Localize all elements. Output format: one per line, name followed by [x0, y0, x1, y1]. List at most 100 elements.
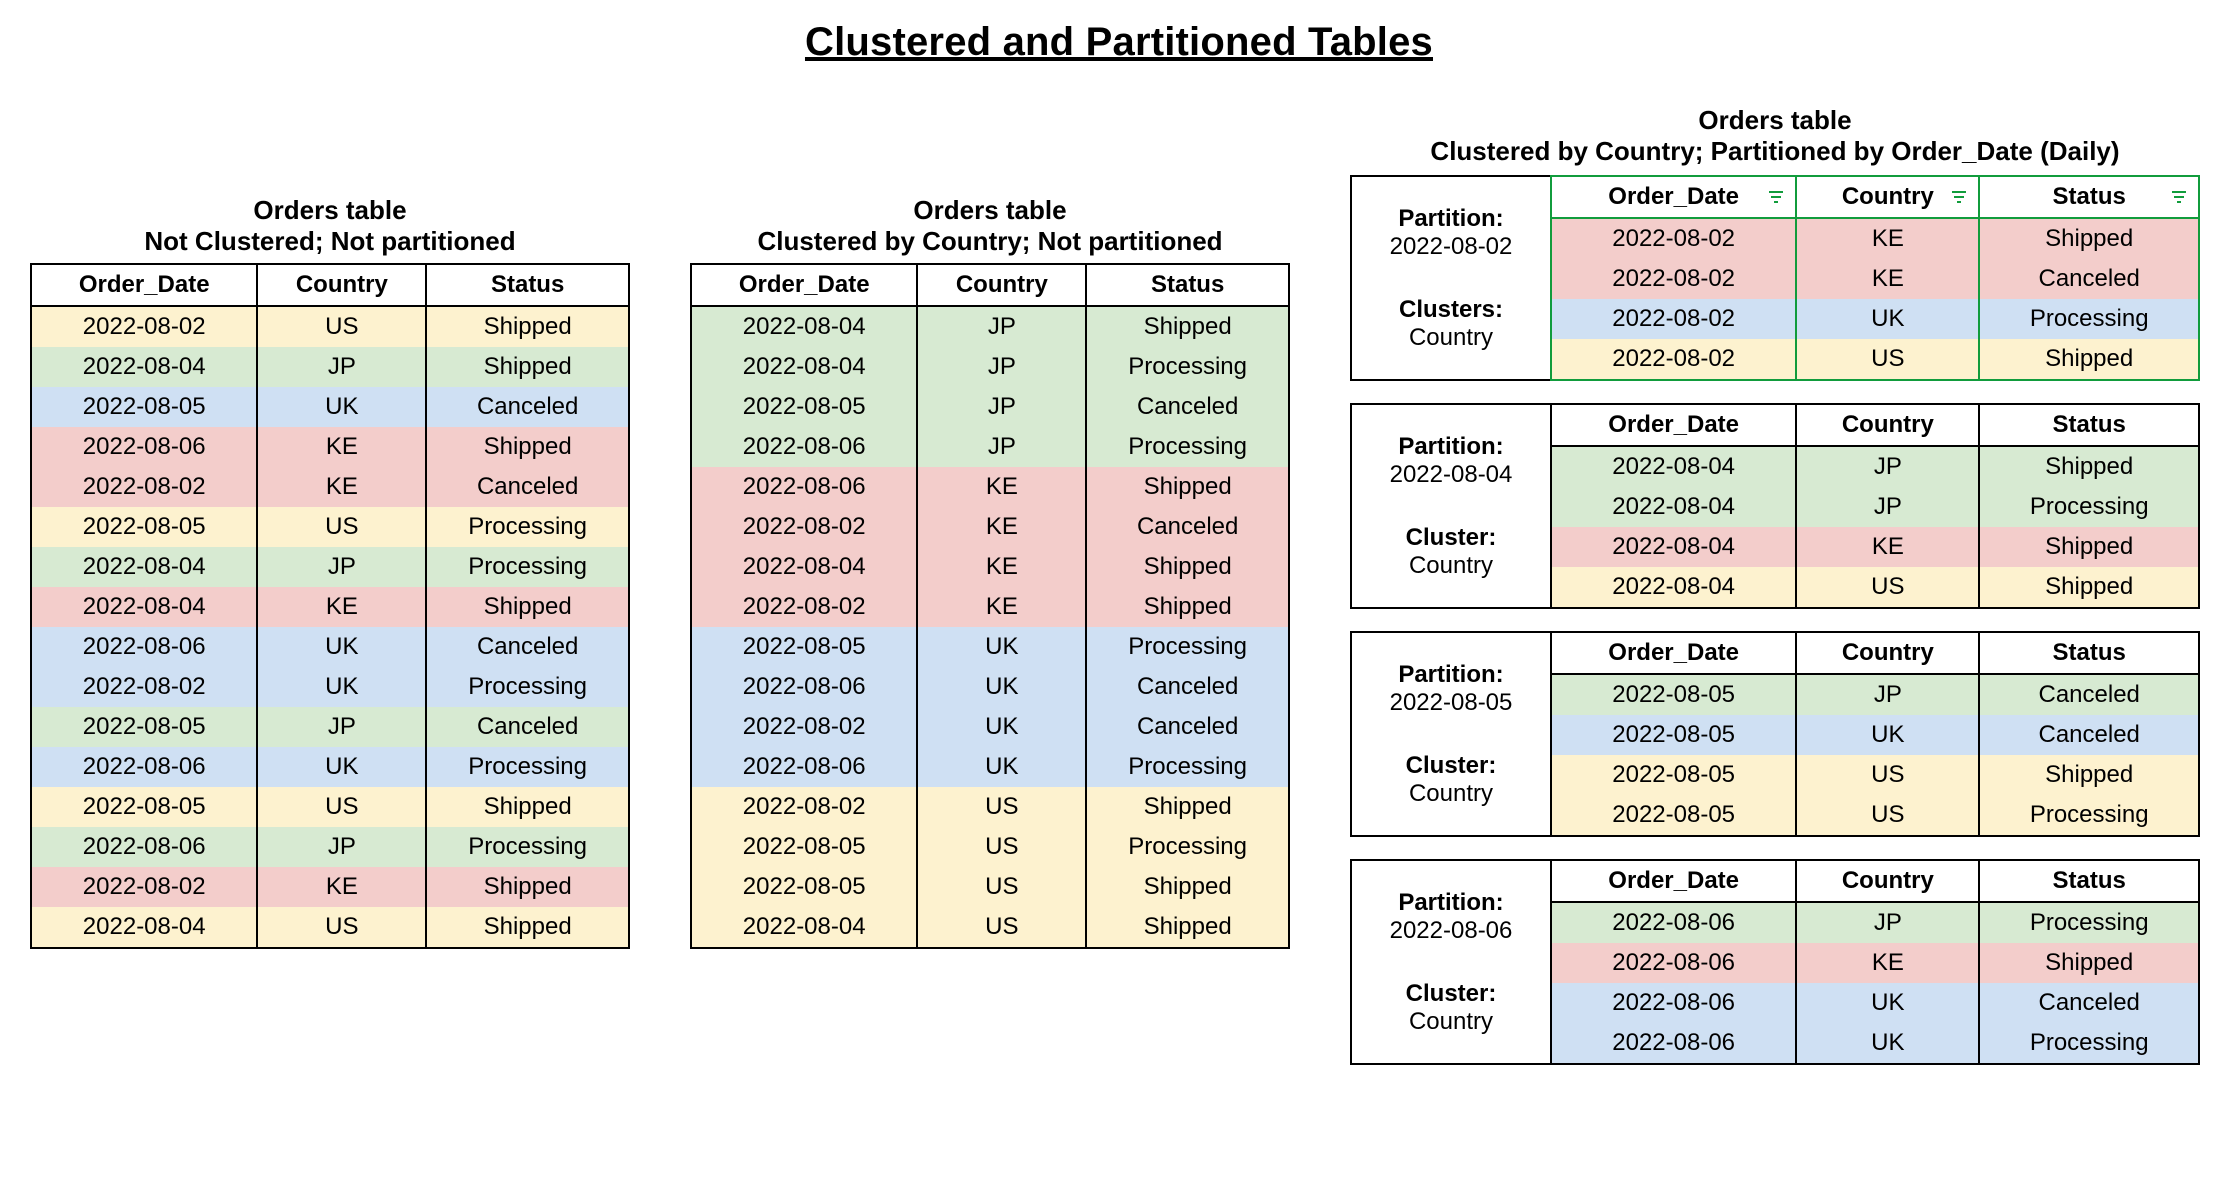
cell-status: Shipped — [426, 587, 629, 627]
cell-date: 2022-08-06 — [31, 627, 257, 667]
cell-country: UK — [917, 747, 1086, 787]
cell-status: Processing — [1979, 299, 2199, 339]
cluster-value: Country — [1409, 1008, 1493, 1035]
table2-column: Orders table Clustered by Country; Not p… — [690, 105, 1290, 949]
cell-status: Processing — [1979, 487, 2199, 527]
table-row: 2022-08-04USShipped — [31, 907, 629, 948]
cell-status: Shipped — [1979, 755, 2199, 795]
partition-block: Partition:2022-08-04Cluster:CountryOrder… — [1350, 403, 2200, 609]
cell-country: JP — [917, 427, 1086, 467]
cell-country: US — [257, 907, 426, 948]
cell-country: US — [917, 867, 1086, 907]
table-row: 2022-08-05USProcessing — [1551, 795, 2199, 836]
partition-value: 2022-08-04 — [1390, 461, 1513, 488]
cell-date: 2022-08-04 — [31, 347, 257, 387]
cell-country: US — [257, 306, 426, 347]
cell-country: JP — [257, 347, 426, 387]
cell-country: KE — [1796, 259, 1979, 299]
cell-country: US — [1796, 339, 1979, 380]
cell-country: UK — [917, 667, 1086, 707]
cell-status: Canceled — [426, 467, 629, 507]
table-row: 2022-08-05USShipped — [31, 787, 629, 827]
table-row: 2022-08-02KEShipped — [31, 867, 629, 907]
cell-country: KE — [257, 467, 426, 507]
cell-country: JP — [917, 387, 1086, 427]
cell-country: KE — [917, 507, 1086, 547]
cell-date: 2022-08-02 — [691, 787, 917, 827]
cell-status: Shipped — [426, 347, 629, 387]
table-row: 2022-08-06UKCanceled — [1551, 983, 2199, 1023]
cell-status: Processing — [426, 827, 629, 867]
table-row: 2022-08-06UKCanceled — [691, 667, 1289, 707]
cell-country: JP — [257, 827, 426, 867]
table-row: 2022-08-06JPProcessing — [31, 827, 629, 867]
col-header: Order_Date — [1551, 632, 1796, 674]
cell-country: JP — [257, 547, 426, 587]
partition-sidebox: Partition:2022-08-04Cluster:Country — [1350, 403, 1550, 609]
cell-date: 2022-08-04 — [31, 907, 257, 948]
cell-status: Processing — [426, 547, 629, 587]
cell-status: Processing — [1979, 1023, 2199, 1064]
cell-country: KE — [917, 547, 1086, 587]
table-row: 2022-08-02USShipped — [31, 306, 629, 347]
cell-country: UK — [917, 627, 1086, 667]
cell-status: Processing — [1086, 827, 1289, 867]
cell-status: Shipped — [1979, 527, 2199, 567]
table1: Order_Date Country Status 2022-08-02USSh… — [30, 263, 630, 949]
cell-country: UK — [917, 707, 1086, 747]
partition-table: Order_DateCountryStatus2022-08-02KEShipp… — [1550, 175, 2200, 381]
cell-date: 2022-08-05 — [31, 787, 257, 827]
col-header-status: Status — [426, 264, 629, 306]
partition-block: Partition:2022-08-02Clusters:CountryOrde… — [1350, 175, 2200, 381]
table-row: 2022-08-04JPProcessing — [1551, 487, 2199, 527]
cell-country: KE — [1796, 218, 1979, 259]
col-header: Status — [1979, 404, 2199, 446]
cell-country: UK — [1796, 1023, 1979, 1064]
col-header-status: Status — [1086, 264, 1289, 306]
table-row: 2022-08-05JPCanceled — [691, 387, 1289, 427]
table-row: 2022-08-04KEShipped — [31, 587, 629, 627]
cluster-label: Cluster: — [1406, 752, 1497, 779]
cell-country: UK — [257, 747, 426, 787]
cell-status: Canceled — [1086, 667, 1289, 707]
cell-status: Shipped — [1086, 787, 1289, 827]
cell-date: 2022-08-04 — [691, 547, 917, 587]
filter-icon — [1767, 190, 1785, 204]
cell-status: Canceled — [1086, 507, 1289, 547]
cell-date: 2022-08-05 — [691, 627, 917, 667]
table-row: 2022-08-06KEShipped — [1551, 943, 2199, 983]
table-row: 2022-08-02KECanceled — [31, 467, 629, 507]
cell-country: US — [917, 787, 1086, 827]
cell-country: US — [917, 907, 1086, 948]
cell-country: JP — [917, 306, 1086, 347]
cell-date: 2022-08-06 — [1551, 902, 1796, 943]
cell-date: 2022-08-04 — [1551, 527, 1796, 567]
cluster-label: Clusters: — [1399, 296, 1503, 323]
table-row: 2022-08-05USProcessing — [31, 507, 629, 547]
col-header: Status — [1979, 632, 2199, 674]
cluster-label: Cluster: — [1406, 524, 1497, 551]
table3-partitions: Partition:2022-08-02Clusters:CountryOrde… — [1350, 175, 2200, 1065]
partition-table: Order_DateCountryStatus2022-08-06JPProce… — [1550, 859, 2200, 1065]
cell-date: 2022-08-06 — [31, 747, 257, 787]
table-row: 2022-08-04JPProcessing — [691, 347, 1289, 387]
cell-date: 2022-08-04 — [1551, 567, 1796, 608]
cell-date: 2022-08-02 — [691, 587, 917, 627]
table-row: 2022-08-02UKProcessing — [31, 667, 629, 707]
cell-country: JP — [1796, 487, 1979, 527]
partition-value: 2022-08-05 — [1390, 689, 1513, 716]
cell-status: Shipped — [1979, 446, 2199, 487]
cell-date: 2022-08-02 — [31, 467, 257, 507]
cell-country: KE — [1796, 527, 1979, 567]
cell-status: Shipped — [426, 907, 629, 948]
cell-status: Processing — [426, 507, 629, 547]
partition-block: Partition:2022-08-05Cluster:CountryOrder… — [1350, 631, 2200, 837]
cell-status: Processing — [426, 667, 629, 707]
table-row: 2022-08-05USProcessing — [691, 827, 1289, 867]
cell-status: Shipped — [1086, 306, 1289, 347]
table-row: 2022-08-06KEShipped — [691, 467, 1289, 507]
table-row: 2022-08-06UKProcessing — [31, 747, 629, 787]
table-row: 2022-08-04USShipped — [1551, 567, 2199, 608]
cell-date: 2022-08-05 — [31, 507, 257, 547]
cluster-label: Cluster: — [1406, 980, 1497, 1007]
